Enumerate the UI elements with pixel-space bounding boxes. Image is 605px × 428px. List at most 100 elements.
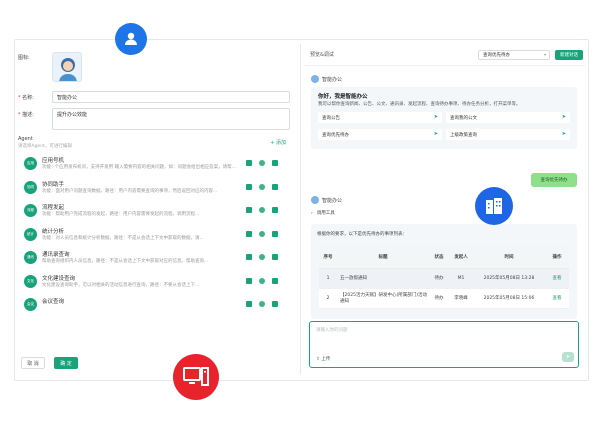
list-item[interactable]: 流程 流程发起 功能：帮助用户完成流程的发起，路径：用户内容需要发起的流程，调用… xyxy=(18,199,288,222)
delete-icon[interactable] xyxy=(272,277,278,284)
agent-select[interactable]: 查询优先待办 ▾ xyxy=(478,50,550,60)
agent-icon: 协同 xyxy=(24,180,37,194)
send-button[interactable]: ➤ xyxy=(562,352,574,362)
agent-name: 会议查询 xyxy=(42,299,65,305)
agent-icon: 通讯 xyxy=(24,251,37,264)
tool-label: 调用工具 xyxy=(316,211,335,216)
gear-icon[interactable] xyxy=(259,183,265,190)
list-item[interactable]: 统计 统计分析 功能：对人员信息和统计分析数据，路径：不是从会话上下文中获取的数… xyxy=(18,223,288,246)
delete-icon[interactable] xyxy=(272,230,278,237)
user-icon xyxy=(115,23,147,55)
name-label: 名称: xyxy=(22,95,34,101)
bot-avatar xyxy=(311,196,319,204)
avatar[interactable] xyxy=(52,52,82,82)
suggestion-chip[interactable]: 查询我的公文 ➤ xyxy=(446,112,570,123)
chevron-down-icon: ▾ xyxy=(543,52,546,57)
delete-icon[interactable] xyxy=(272,207,278,213)
suggestion-label: 查询我的公文 xyxy=(450,116,477,121)
agent-name: 文化建设查询 xyxy=(42,275,76,282)
send-arrow-icon: ➤ xyxy=(561,131,566,137)
cell-time: 2025年05月08日 15:06 xyxy=(473,288,545,309)
preview-title: 预览&调试 xyxy=(310,52,334,58)
agent-desc: 功能：面对用户问题查询数据，路径：用户内容需要查询的事项，然后返回对应的内容..… xyxy=(42,188,218,194)
suggestion-chip[interactable]: 查询优先待办 ➤ xyxy=(318,129,442,140)
agent-list: 应用 应用号机 功能：·个应用发布机问，支持开发用·输入需要内容的相关问题，如：… xyxy=(18,152,288,342)
agent-icon: 统计 xyxy=(24,227,37,241)
answer-intro: 根据你的要求，以下是优先待办的事项列表： xyxy=(317,232,407,237)
delete-icon[interactable] xyxy=(272,254,278,260)
gear-icon[interactable] xyxy=(259,160,265,166)
edit-icon[interactable] xyxy=(246,301,252,307)
chat-input-placeholder: 请输入你的问题 xyxy=(316,328,348,333)
tool-call-row[interactable]: › 调用工具 xyxy=(311,210,577,220)
edit-icon[interactable] xyxy=(246,207,252,213)
list-item[interactable]: 会议 会议查询 xyxy=(18,293,288,316)
suggestion-chip[interactable]: 查询公告 ➤ xyxy=(318,112,442,123)
list-item[interactable]: 通讯 通讯录查询 帮助查询组织内人员信息，路径：不是从会话上下文中获取对应的信息… xyxy=(18,246,288,269)
suggestion-label: 上级政策查询 xyxy=(450,133,477,138)
edit-icon[interactable] xyxy=(246,230,252,237)
table-row: 1 五一放假通知 待办 M1 2025年05月08日 13:28 查看 xyxy=(319,268,569,289)
table-header: 标题 xyxy=(337,246,429,269)
upload-label: 上传 xyxy=(321,357,331,362)
agent-icon: 应用 xyxy=(24,157,37,170)
chevron-right-icon: › xyxy=(311,211,313,216)
cell-sender: 李晓峰 xyxy=(449,288,473,309)
send-arrow-icon: ➤ xyxy=(561,114,566,120)
chat-input[interactable]: 请输入你的问题 ⇪ 上传 ➤ xyxy=(309,321,579,368)
name-input[interactable]: 智能办公 xyxy=(52,91,290,103)
table-header: 状态 xyxy=(429,246,449,269)
edit-icon[interactable] xyxy=(246,183,252,190)
send-icon: ➤ xyxy=(565,354,571,360)
table-header: 序号 xyxy=(319,246,337,269)
table-header: 时间 xyxy=(473,246,545,269)
cell-time: 2025年05月08日 13:28 xyxy=(473,268,545,289)
edit-icon[interactable] xyxy=(246,160,252,166)
gear-icon[interactable] xyxy=(259,301,265,307)
list-item[interactable]: 协同 协同助手 功能：面对用户问题查询数据，路径：用户内容需要查询的事项，然后返… xyxy=(18,176,288,199)
list-item[interactable]: 应用 应用号机 功能：·个应用发布机问，支持开发用·输入需要内容的相关问题，如：… xyxy=(18,152,288,175)
bot-name: 智能办公 xyxy=(322,77,343,83)
gear-icon[interactable] xyxy=(259,230,265,237)
gear-icon[interactable] xyxy=(259,207,265,213)
cell-no: 2 xyxy=(319,288,337,309)
cancel-button[interactable]: 取 消 xyxy=(21,357,45,369)
new-chat-button[interactable]: 新建对话 xyxy=(555,50,583,60)
desc-textarea[interactable]: 提升办公效能 xyxy=(52,108,290,130)
welcome-title: 你好，我是智能办公 xyxy=(318,94,368,100)
add-agent-button[interactable]: + 添加 xyxy=(270,139,286,146)
suggestion-chip[interactable]: 上级政策查询 ➤ xyxy=(446,129,570,140)
table-header: 发起人 xyxy=(449,246,473,269)
gear-icon[interactable] xyxy=(259,277,265,284)
agent-select-value: 查询优先待办 xyxy=(483,53,510,58)
agent-icon: 会议 xyxy=(24,298,37,311)
edit-icon[interactable] xyxy=(246,254,252,260)
delete-icon[interactable] xyxy=(272,183,278,190)
view-link[interactable]: 查看 xyxy=(545,288,569,309)
agent-desc: 帮助查询组织内人员信息，路径：不是从会话上下文中获取对应的信息，帮助查询... xyxy=(42,259,209,264)
user-message: 查询优先待办 xyxy=(531,173,577,187)
suggestion-label: 查询优先待办 xyxy=(322,133,349,138)
agent-icon: 流程 xyxy=(24,204,37,217)
delete-icon[interactable] xyxy=(272,301,278,307)
send-arrow-icon: ➤ xyxy=(433,114,438,120)
preview-panel: 预览&调试 查询优先待办 ▾ 新建对话 智能办公 你好，我是智能办公 我可以帮你… xyxy=(305,44,585,377)
bot-name: 智能办公 xyxy=(322,198,343,204)
view-link[interactable]: 查看 xyxy=(545,268,569,289)
agent-name: 流程发起 xyxy=(42,205,65,211)
delete-icon[interactable] xyxy=(272,160,278,166)
gear-icon[interactable] xyxy=(259,254,265,260)
cell-sender: M1 xyxy=(449,268,473,289)
agent-section-hint: 请选择Agent，可进行编辑 xyxy=(18,144,72,149)
edit-icon[interactable] xyxy=(246,277,252,284)
upload-button[interactable]: ⇪ 上传 xyxy=(316,356,330,362)
agent-name: 通讯录查询 xyxy=(42,252,70,258)
desc-label: 描述: xyxy=(22,112,34,118)
welcome-card: 你好，我是智能办公 我可以帮你查询新闻、公告、公文、通讯录、发起流程、查询待办事… xyxy=(311,87,577,149)
suggestion-label: 查询公告 xyxy=(322,116,340,121)
agent-name: 应用号机 xyxy=(42,158,65,164)
list-item[interactable]: 文化 文化建设查询 文化建设查询助手，可以对相关的活动信息进行查询，路径：不要从… xyxy=(18,270,288,293)
agent-desc: 功能：·个应用发布机问，支持开发用·输入需要内容的相关问题，如：问题会给出相应答… xyxy=(42,165,236,170)
send-arrow-icon: ➤ xyxy=(433,131,438,137)
confirm-button[interactable]: 确 定 xyxy=(54,357,78,369)
